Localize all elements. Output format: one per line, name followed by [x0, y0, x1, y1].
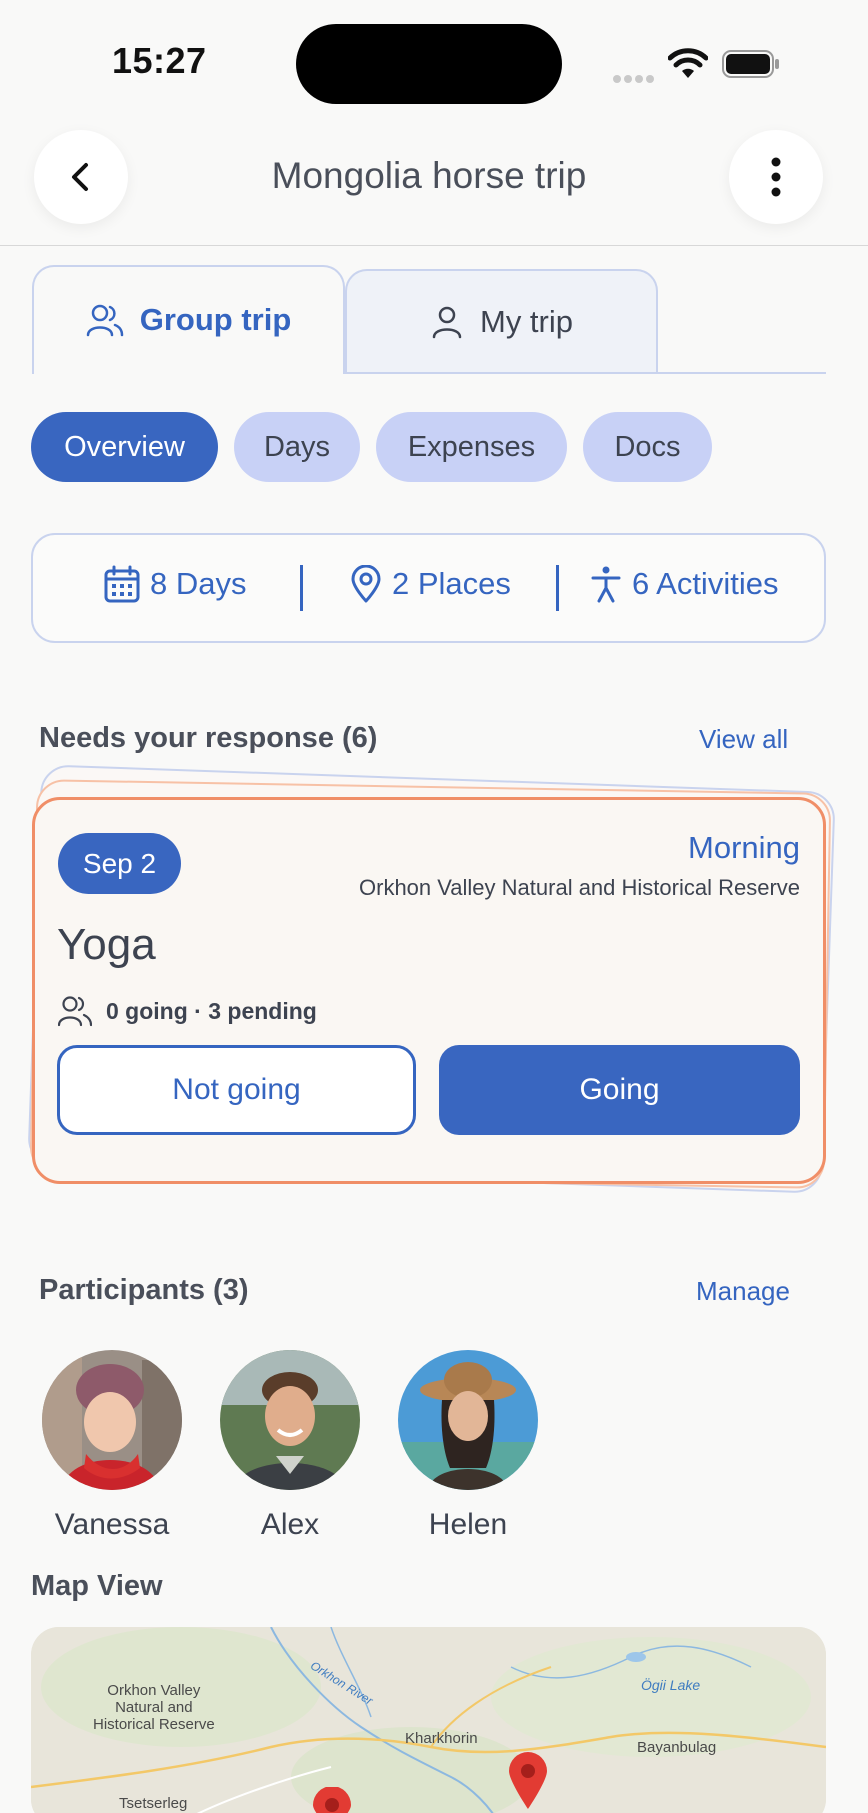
more-vertical-icon	[771, 157, 781, 197]
page-title: Mongolia horse trip	[271, 155, 587, 196]
avatar-alex[interactable]	[220, 1350, 360, 1490]
pill-docs[interactable]: Docs	[583, 412, 712, 482]
stat-divider	[556, 565, 559, 611]
date-badge: Sep 2	[58, 833, 181, 894]
signal-icon	[613, 70, 657, 83]
map-label-ogii: Ögii Lake	[641, 1677, 701, 1693]
stat-days: 8 Days	[104, 565, 246, 603]
avatar-vanessa[interactable]	[42, 1350, 182, 1490]
map-pin-icon[interactable]	[505, 1751, 551, 1811]
activity-title: Yoga	[57, 920, 156, 969]
active-tab-gap	[34, 370, 343, 374]
group-icon	[58, 996, 92, 1027]
stat-places: 2 Places	[350, 565, 511, 603]
map-pin-icon[interactable]	[309, 1787, 355, 1813]
stat-activities-label: 6 Activities	[632, 566, 779, 601]
avatar-helen[interactable]	[398, 1350, 538, 1490]
stat-activities: 6 Activities	[590, 565, 778, 603]
needs-response-title: Needs your response (6)	[39, 722, 378, 754]
pill-overview[interactable]: Overview	[31, 412, 218, 482]
status-time: 15:27	[112, 40, 207, 81]
tab-my-trip[interactable]: My trip	[345, 269, 658, 373]
time-of-day: Morning	[688, 830, 800, 865]
activity-person-icon	[591, 566, 621, 603]
wifi-icon	[667, 48, 709, 80]
participant-name: Alex	[260, 1508, 320, 1541]
stat-places-label: 2 Places	[392, 566, 511, 601]
participants-title: Participants (3)	[39, 1274, 249, 1306]
attendance-counts: 0 going · 3 pending	[106, 997, 317, 1024]
battery-icon	[722, 50, 780, 78]
stat-divider	[300, 565, 303, 611]
map-label-bayanbulag: Bayanbulag	[637, 1739, 717, 1756]
going-button[interactable]: Going	[439, 1045, 800, 1135]
stat-days-label: 8 Days	[150, 566, 247, 601]
more-button[interactable]	[729, 130, 823, 224]
chevron-left-icon	[72, 163, 88, 191]
tab-group-trip[interactable]: Group trip	[32, 265, 345, 373]
header-divider	[0, 245, 868, 246]
manage-link[interactable]: Manage	[696, 1276, 790, 1307]
tab-group-trip-label: Group trip	[139, 302, 292, 337]
back-button[interactable]	[34, 130, 128, 224]
map-label-kharkhorin: Kharkhorin	[405, 1730, 478, 1747]
pill-expenses[interactable]: Expenses	[376, 412, 567, 482]
map-label-orkhon: Orkhon Valley Natural and Historical Res…	[93, 1682, 215, 1733]
activity-place: Orkhon Valley Natural and Historical Res…	[359, 875, 800, 900]
group-icon	[86, 304, 123, 337]
participant-name: Helen	[428, 1508, 508, 1541]
attendance-summary: 0 going · 3 pending	[58, 995, 317, 1027]
user-icon	[432, 306, 462, 339]
map-view[interactable]: Orkhon Valley Natural and Historical Res…	[31, 1627, 826, 1813]
tab-my-trip-label: My trip	[480, 304, 573, 339]
participant-name: Vanessa	[54, 1508, 170, 1541]
map-label-tsetserleg: Tsetserleg	[119, 1795, 188, 1812]
pill-days[interactable]: Days	[234, 412, 360, 482]
dynamic-island	[296, 24, 562, 104]
location-pin-icon	[351, 565, 381, 603]
not-going-button[interactable]: Not going	[57, 1045, 416, 1135]
map-view-title: Map View	[31, 1570, 163, 1602]
view-all-link[interactable]: View all	[699, 724, 788, 755]
calendar-icon	[104, 565, 140, 603]
